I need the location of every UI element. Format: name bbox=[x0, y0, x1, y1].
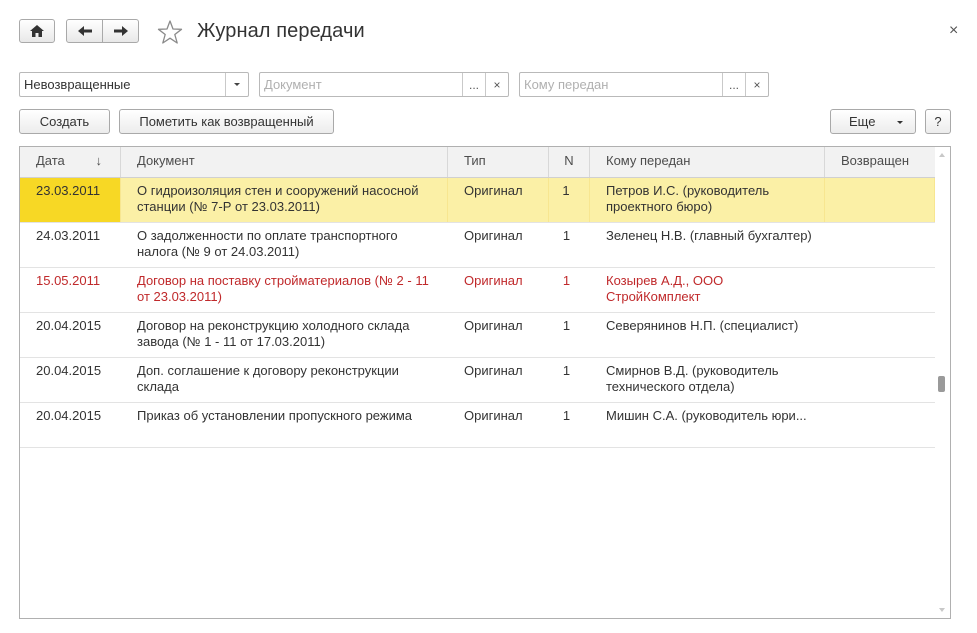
document-clear-button[interactable]: × bbox=[485, 73, 508, 96]
cell-document: О задолженности по оплате транспортного … bbox=[137, 228, 398, 259]
cell-date: 15.05.2011 bbox=[36, 273, 101, 288]
document-select-button[interactable]: ... bbox=[462, 73, 485, 96]
cell-number: 1 bbox=[562, 318, 571, 333]
history-navigation bbox=[66, 19, 139, 43]
dropdown-button[interactable] bbox=[225, 73, 248, 96]
help-button[interactable]: ? bbox=[925, 109, 951, 134]
recipient-select-button[interactable]: ... bbox=[722, 73, 745, 96]
close-icon[interactable]: × bbox=[949, 22, 958, 40]
cell-number: 1 bbox=[562, 363, 571, 378]
table-row[interactable]: 24.03.2011 О задолженности по оплате тран… bbox=[20, 223, 935, 268]
cell-document: Договор на поставку стройматериалов (№ 2… bbox=[137, 273, 429, 304]
vertical-scrollbar[interactable] bbox=[935, 147, 950, 618]
scrollbar-thumb[interactable] bbox=[938, 376, 945, 392]
cell-type: Оригинал bbox=[464, 408, 523, 423]
cell-recipient: Северянинов Н.П. (специалист) bbox=[606, 318, 799, 333]
home-icon bbox=[30, 25, 44, 37]
forward-arrow-icon bbox=[113, 26, 128, 36]
table-row[interactable]: 20.04.2015 Доп. соглашение к договору рек… bbox=[20, 358, 935, 403]
cell-number: 1 bbox=[562, 228, 571, 243]
mark-returned-button[interactable]: Пометить как возвращенный bbox=[119, 109, 334, 134]
cell-recipient: Мишин С.А. (руководитель юри... bbox=[606, 408, 807, 423]
page-title: Журнал передачи bbox=[197, 20, 365, 42]
create-button[interactable]: Создать bbox=[19, 109, 110, 134]
cell-type: Оригинал bbox=[464, 363, 523, 378]
home-button[interactable] bbox=[19, 19, 55, 43]
recipient-filter-field[interactable]: Кому передан ... × bbox=[519, 72, 769, 97]
back-button[interactable] bbox=[67, 20, 102, 42]
star-icon[interactable] bbox=[157, 19, 183, 45]
cell-type: Оригинал bbox=[464, 273, 523, 288]
cell-date: 20.04.2015 bbox=[36, 318, 102, 333]
cell-returned bbox=[825, 358, 935, 402]
cell-returned bbox=[825, 313, 935, 357]
scroll-up-icon[interactable] bbox=[939, 153, 945, 157]
forward-button[interactable] bbox=[102, 20, 138, 42]
dropdown-arrow-icon bbox=[234, 83, 240, 86]
transfer-journal-table: Дата ↓ Документ Тип N Кому передан Возвр… bbox=[19, 146, 951, 619]
back-arrow-icon bbox=[77, 26, 92, 36]
cell-returned bbox=[825, 223, 935, 267]
cell-type: Оригинал bbox=[464, 228, 523, 243]
cell-number: 1 bbox=[549, 178, 590, 222]
cell-number: 1 bbox=[562, 273, 571, 288]
column-header-date[interactable]: Дата ↓ bbox=[20, 147, 121, 177]
table-row[interactable]: 20.04.2015 Приказ об установлении пропуск… bbox=[20, 403, 935, 448]
sort-descending-icon: ↓ bbox=[95, 153, 103, 168]
recipient-filter-placeholder[interactable]: Кому передан bbox=[520, 73, 722, 96]
document-filter-placeholder[interactable]: Документ bbox=[260, 73, 462, 96]
status-filter-value: Невозвращенные bbox=[24, 77, 131, 92]
status-filter-select[interactable]: Невозвращенные bbox=[19, 72, 249, 97]
scroll-down-icon[interactable] bbox=[939, 608, 945, 612]
dropdown-arrow-icon bbox=[897, 121, 903, 124]
cell-document: Доп. соглашение к договору реконструкции… bbox=[137, 363, 399, 394]
column-header-number[interactable]: N bbox=[549, 147, 590, 177]
cell-number: 1 bbox=[562, 408, 571, 423]
cell-recipient: Зеленец Н.В. (главный бухгалтер) bbox=[606, 228, 812, 243]
table-header: Дата ↓ Документ Тип N Кому передан Возвр… bbox=[20, 147, 935, 178]
column-header-returned[interactable]: Возвращен bbox=[825, 147, 935, 177]
column-header-recipient[interactable]: Кому передан bbox=[590, 147, 825, 177]
column-header-type[interactable]: Тип bbox=[448, 147, 549, 177]
cell-date: 23.03.2011 bbox=[20, 178, 121, 222]
table-row[interactable]: 23.03.2011 О гидроизоляция стен и сооруже… bbox=[20, 178, 935, 223]
more-button-label: Еще bbox=[849, 114, 876, 129]
more-button[interactable]: Еще bbox=[830, 109, 916, 134]
document-filter-field[interactable]: Документ ... × bbox=[259, 72, 509, 97]
cell-type: Оригинал bbox=[464, 318, 523, 333]
cell-recipient: Смирнов В.Д. (руководитель технического … bbox=[606, 363, 779, 394]
cell-document: Приказ об установлении пропускного режим… bbox=[137, 408, 413, 423]
cell-returned bbox=[825, 403, 935, 447]
table-row[interactable]: 15.05.2011 Договор на поставку стройматер… bbox=[20, 268, 935, 313]
cell-type: Оригинал bbox=[448, 178, 549, 222]
table-row[interactable]: 20.04.2015 Договор на реконструкцию холод… bbox=[20, 313, 935, 358]
cell-date: 20.04.2015 bbox=[36, 408, 102, 423]
cell-date: 24.03.2011 bbox=[36, 228, 101, 243]
cell-recipient: Петров И.С. (руководитель проектного бюр… bbox=[590, 178, 825, 222]
recipient-clear-button[interactable]: × bbox=[745, 73, 768, 96]
cell-document: Договор на реконструкцию холодного склад… bbox=[137, 318, 410, 349]
cell-document: О гидроизоляция стен и сооружений насосн… bbox=[121, 178, 448, 222]
cell-date: 20.04.2015 bbox=[36, 363, 102, 378]
cell-returned bbox=[825, 178, 935, 222]
column-header-document[interactable]: Документ bbox=[121, 147, 448, 177]
cell-returned bbox=[825, 268, 935, 312]
cell-recipient: Козырев А.Д., ООО СтройКомплект bbox=[606, 273, 724, 304]
